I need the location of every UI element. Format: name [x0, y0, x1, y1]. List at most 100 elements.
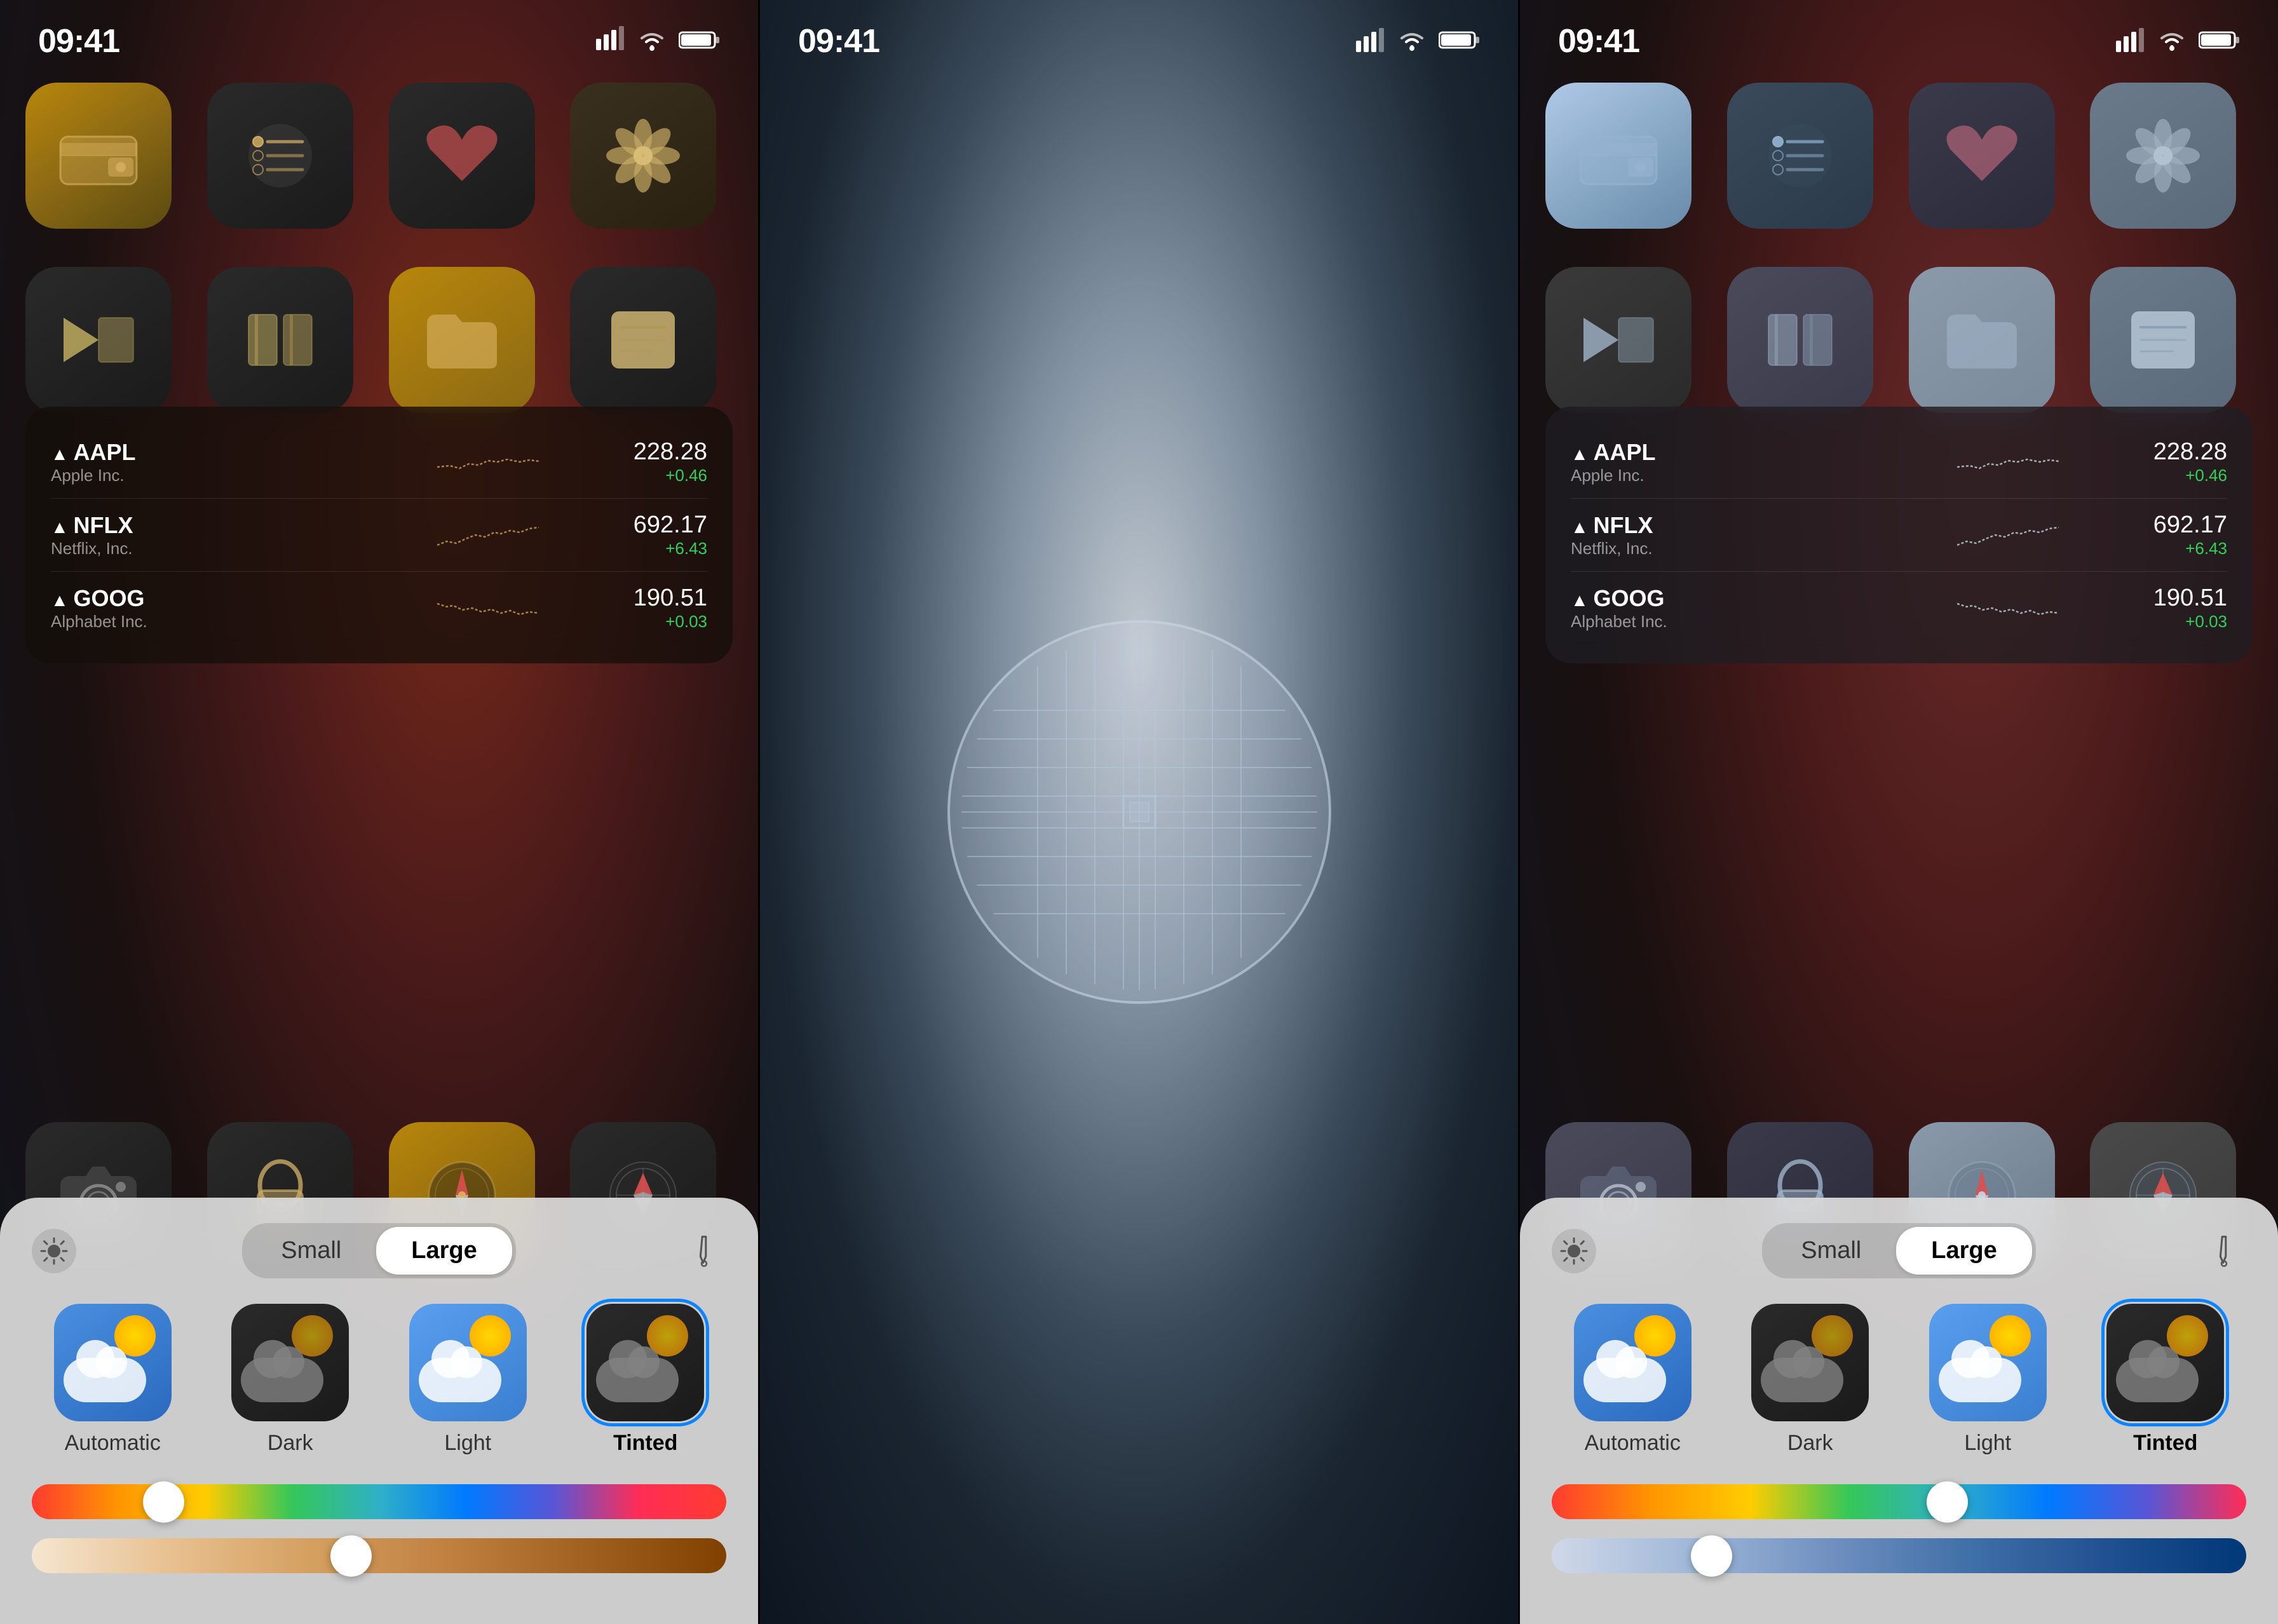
stock-value-aapl-3: 228.28 [2153, 438, 2227, 466]
signal-icon-2 [1355, 28, 1385, 55]
app-files-1[interactable] [389, 267, 535, 413]
appearance-automatic-1[interactable]: Automatic [32, 1304, 194, 1456]
status-icons-2 [1355, 28, 1480, 55]
stock-chart-aapl-1 [342, 446, 633, 478]
appearance-light-3[interactable]: Light [1907, 1304, 2069, 1456]
wifi-icon-1 [637, 28, 667, 55]
appearance-options-1: Automatic Dark Light [32, 1304, 726, 1456]
appearance-light-1[interactable]: Light [387, 1304, 549, 1456]
panel-2: 09:41 [760, 0, 1518, 1624]
stock-value-aapl-1: 228.28 [634, 438, 707, 466]
appearance-preview-light-3 [1929, 1304, 2047, 1421]
stock-name-nflx-1: Netflix, Inc. [51, 539, 342, 558]
stock-change-goog-3: +0.03 [2153, 612, 2227, 632]
control-panel-3: Small Large Automatic [1520, 1198, 2278, 1624]
stock-row-aapl-3[interactable]: AAPL Apple Inc. 228.28 +0.46 [1571, 426, 2227, 499]
stock-chart-goog-1 [342, 592, 633, 624]
size-large-1[interactable]: Large [376, 1227, 512, 1275]
appearance-label-automatic-3: Automatic [1585, 1431, 1681, 1456]
stock-chart-goog-3 [1862, 592, 2153, 624]
stock-price-goog-3: 190.51 +0.03 [2153, 585, 2227, 632]
stock-info-goog-1: GOOG Alphabet Inc. [51, 585, 342, 632]
app-floral-3[interactable] [2090, 83, 2236, 229]
signal-icon-1 [595, 26, 625, 57]
size-large-3[interactable]: Large [1896, 1227, 2031, 1275]
appearance-tinted-3[interactable]: Tinted [2085, 1304, 2247, 1456]
status-time-1: 09:41 [38, 22, 119, 60]
app-books-1[interactable] [207, 267, 353, 413]
app-news-3[interactable] [1545, 267, 1692, 413]
app-notes-3[interactable] [2090, 267, 2236, 413]
app-books-3[interactable] [1727, 267, 1873, 413]
stock-row-nflx-1[interactable]: NFLX Netflix, Inc. 692.17 +6.43 [51, 499, 707, 572]
eyedropper-1[interactable] [672, 1219, 735, 1282]
panel-3: 09:41 [1520, 0, 2278, 1624]
slider-thumb-hue-1[interactable] [143, 1481, 184, 1522]
stock-row-nflx-3[interactable]: NFLX Netflix, Inc. 692.17 +6.43 [1571, 499, 2227, 572]
stock-price-aapl-3: 228.28 +0.46 [2153, 438, 2227, 485]
stocks-widget-1[interactable]: AAPL Apple Inc. 228.28 +0.46 NFLX Netfli… [25, 407, 733, 663]
stock-value-nflx-1: 692.17 [634, 511, 707, 539]
app-health-3[interactable] [1909, 83, 2055, 229]
app-news-1[interactable] [25, 267, 172, 413]
appearance-automatic-3[interactable]: Automatic [1552, 1304, 1714, 1456]
wifi-icon-3 [2157, 28, 2187, 55]
eyedropper-3[interactable] [2192, 1219, 2255, 1282]
appearance-label-tinted-1: Tinted [613, 1431, 677, 1456]
app-health-1[interactable] [389, 83, 535, 229]
appearance-preview-tinted-3 [2106, 1304, 2224, 1421]
stock-ticker-goog-3: GOOG [1571, 585, 1862, 612]
stock-row-goog-3[interactable]: GOOG Alphabet Inc. 190.51 +0.03 [1571, 572, 2227, 644]
appearance-dark-1[interactable]: Dark [210, 1304, 372, 1456]
appearance-preview-automatic-3 [1574, 1304, 1692, 1421]
status-bar-1: 09:41 [0, 0, 758, 64]
color-slider-intensity-3[interactable] [1552, 1538, 2246, 1573]
app-floral-1[interactable] [570, 83, 716, 229]
status-bar-2: 09:41 [760, 0, 1518, 64]
brightness-icon-3[interactable] [1552, 1229, 1596, 1273]
appearance-preview-automatic-1 [54, 1304, 172, 1421]
color-slider-intensity-1[interactable] [32, 1538, 726, 1573]
app-files-3[interactable] [1909, 267, 2055, 413]
color-slider-hue-1[interactable] [32, 1484, 726, 1519]
stock-info-goog-3: GOOG Alphabet Inc. [1571, 585, 1862, 632]
control-panel-1: Small Large Automatic [0, 1198, 758, 1624]
slider-thumb-intensity-3[interactable] [1691, 1535, 1732, 1576]
app-reminders-3[interactable] [1727, 83, 1873, 229]
app-grid-3 [1545, 83, 2253, 413]
appearance-preview-dark-3 [1751, 1304, 1869, 1421]
stock-ticker-nflx-3: NFLX [1571, 512, 1862, 539]
app-wallet-3[interactable] [1545, 83, 1692, 229]
stock-change-nflx-1: +6.43 [634, 539, 707, 558]
stock-chart-nflx-1 [342, 519, 633, 551]
stock-value-goog-3: 190.51 [2153, 585, 2227, 612]
stock-price-nflx-3: 692.17 +6.43 [2153, 511, 2227, 558]
appearance-tinted-1[interactable]: Tinted [565, 1304, 727, 1456]
stock-name-aapl-1: Apple Inc. [51, 466, 342, 485]
stock-row-goog-1[interactable]: GOOG Alphabet Inc. 190.51 +0.03 [51, 572, 707, 644]
status-time-3: 09:41 [1558, 22, 1639, 60]
appearance-label-automatic-1: Automatic [65, 1431, 161, 1456]
signal-icon-3 [2115, 28, 2145, 55]
color-slider-hue-3[interactable] [1552, 1484, 2246, 1519]
brightness-icon-1[interactable] [32, 1229, 76, 1273]
app-wallet-1[interactable] [25, 83, 172, 229]
slider-thumb-hue-3[interactable] [1927, 1481, 1968, 1522]
stocks-widget-3[interactable]: AAPL Apple Inc. 228.28 +0.46 NFLX Netfli… [1545, 407, 2253, 663]
stock-row-aapl-1[interactable]: AAPL Apple Inc. 228.28 +0.46 [51, 426, 707, 499]
slider-thumb-intensity-1[interactable] [330, 1535, 372, 1576]
color-sliders-1 [32, 1484, 726, 1573]
size-small-1[interactable]: Small [246, 1227, 376, 1275]
stock-price-nflx-1: 692.17 +6.43 [634, 511, 707, 558]
appearance-dark-3[interactable]: Dark [1730, 1304, 1892, 1456]
stock-name-goog-3: Alphabet Inc. [1571, 612, 1862, 632]
size-buttons-1: Small Large [242, 1223, 516, 1278]
stock-price-aapl-1: 228.28 +0.46 [634, 438, 707, 485]
size-small-3[interactable]: Small [1766, 1227, 1896, 1275]
battery-icon-2 [1439, 29, 1480, 54]
app-notes-1[interactable] [570, 267, 716, 413]
appearance-label-dark-1: Dark [268, 1431, 313, 1456]
app-reminders-1[interactable] [207, 83, 353, 229]
status-time-2: 09:41 [798, 22, 879, 60]
appearance-options-3: Automatic Dark Light [1552, 1304, 2246, 1456]
